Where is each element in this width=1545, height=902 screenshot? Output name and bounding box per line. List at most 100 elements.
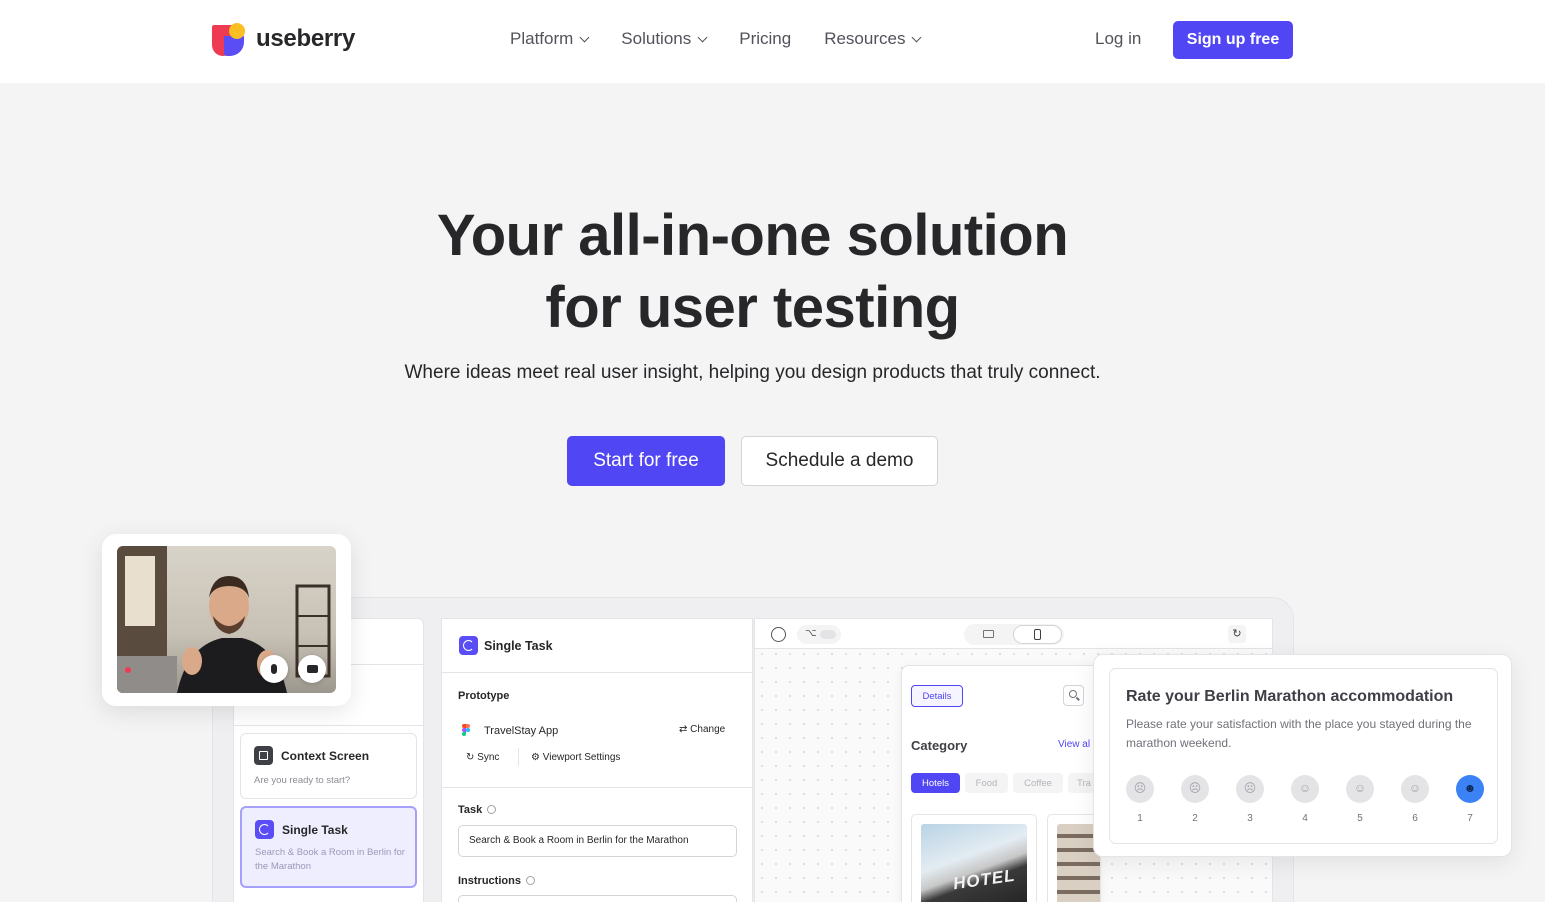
- rating-option-6[interactable]: ☺ 6: [1401, 775, 1429, 824]
- menu-item-platform[interactable]: Platform: [510, 29, 590, 49]
- rating-option-7[interactable]: ☻ 7: [1456, 775, 1484, 824]
- gear-icon: ⚙: [531, 752, 543, 763]
- screen-icon: [254, 746, 273, 765]
- mobile-device-option[interactable]: [1013, 625, 1062, 644]
- menu-item-pricing[interactable]: Pricing: [739, 29, 791, 49]
- menu-item-solutions[interactable]: Solutions: [621, 29, 708, 49]
- info-icon: [487, 805, 497, 814]
- category-pill-food[interactable]: Food: [965, 773, 1008, 793]
- task-icon: [255, 820, 274, 839]
- signup-button[interactable]: Sign up free: [1173, 21, 1293, 59]
- hotel-photo: HOTEL: [921, 824, 1027, 902]
- top-navigation: useberry Platform Solutions Pricing Reso…: [0, 0, 1545, 83]
- rating-option-5[interactable]: ☺ 5: [1346, 775, 1374, 824]
- useberry-logo-icon: [212, 22, 246, 56]
- login-link[interactable]: Log in: [1095, 29, 1141, 49]
- figma-toggle-icon[interactable]: [771, 627, 786, 642]
- brand-logo[interactable]: useberry: [212, 22, 355, 56]
- swap-icon: ⇄: [679, 724, 691, 735]
- details-tab[interactable]: Details: [911, 685, 963, 707]
- rating-number: 2: [1192, 813, 1198, 824]
- hero-title: Your all-in-one solution for user testin…: [0, 200, 1505, 344]
- happy-face-icon: ☺: [1401, 775, 1429, 803]
- mobile-icon: [1034, 629, 1041, 640]
- hotel-card[interactable]: HOTEL: [911, 814, 1037, 902]
- menu-label: Solutions: [621, 29, 692, 48]
- view-all-link[interactable]: View al: [1058, 739, 1090, 750]
- change-prototype-button[interactable]: ⇄ Change: [679, 724, 725, 735]
- block-subtitle: Are you ready to start?: [254, 775, 351, 786]
- main-menu: Platform Solutions Pricing Resources: [510, 29, 922, 49]
- sad-face-icon: ☹: [1181, 775, 1209, 803]
- participant-video-card: [102, 534, 351, 706]
- block-card-context-screen[interactable]: Context Screen Are you ready to start?: [240, 733, 417, 799]
- prototype-name: TravelStay App: [484, 725, 559, 737]
- hero-title-line-2: for user testing: [545, 275, 960, 340]
- hotel-sign-text: HOTEL: [951, 865, 1017, 894]
- task-input[interactable]: Search & Book a Room in Berlin for the M…: [458, 825, 737, 857]
- canvas-toolbar: ⌥ ↻: [755, 619, 1272, 649]
- prototype-label: Prototype: [458, 690, 510, 702]
- hero-title-line-1: Your all-in-one solution: [436, 203, 1069, 268]
- rating-option-4[interactable]: ☺ 4: [1291, 775, 1319, 824]
- category-pill-coffee[interactable]: Coffee: [1013, 773, 1063, 793]
- camera-button[interactable]: [298, 655, 326, 683]
- task-label: Task: [458, 804, 497, 816]
- rating-question: Rate your Berlin Marathon accommodation …: [1109, 668, 1498, 844]
- panel-title: Single Task: [484, 639, 553, 653]
- unsure-face-icon: ☹: [1236, 775, 1264, 803]
- microphone-button[interactable]: [260, 655, 288, 683]
- start-for-free-button[interactable]: Start for free: [567, 436, 725, 486]
- chevron-down-icon: [697, 32, 708, 42]
- schedule-demo-button[interactable]: Schedule a demo: [741, 436, 938, 486]
- task-icon: [459, 636, 478, 655]
- rating-option-3[interactable]: ☹ 3: [1236, 775, 1264, 824]
- info-icon: [525, 876, 535, 885]
- menu-item-resources[interactable]: Resources: [824, 29, 922, 49]
- block-title: Context Screen: [281, 749, 370, 763]
- instructions-label: Instructions: [458, 875, 535, 887]
- mobile-prototype-preview: Details Category View al Hotels Food Cof…: [901, 665, 1101, 902]
- figma-icon: [462, 724, 470, 737]
- rating-number: 5: [1357, 813, 1363, 824]
- camera-icon: [306, 665, 318, 673]
- rating-number: 4: [1302, 813, 1308, 824]
- category-pill-hotels[interactable]: Hotels: [911, 773, 960, 793]
- rating-subtitle: Please rate your satisfaction with the p…: [1126, 717, 1472, 750]
- instructions-label-text: Instructions: [458, 875, 521, 887]
- search-icon[interactable]: [1063, 685, 1084, 706]
- very-sad-face-icon: ☹: [1126, 775, 1154, 803]
- menu-label: Platform: [510, 29, 574, 48]
- restart-icon[interactable]: ↻: [1228, 625, 1246, 643]
- task-label-text: Task: [458, 804, 483, 816]
- hero-subtitle: Where ideas meet real user insight, help…: [404, 362, 1101, 383]
- rating-question-card: Rate your Berlin Marathon accommodation …: [1093, 654, 1512, 857]
- rating-number: 7: [1467, 813, 1473, 824]
- desktop-icon[interactable]: [983, 630, 994, 638]
- rating-option-1[interactable]: ☹ 1: [1126, 775, 1154, 824]
- sync-button[interactable]: ↻ Sync: [466, 752, 499, 763]
- very-happy-face-icon: ☻: [1456, 775, 1484, 803]
- device-toggle[interactable]: [964, 624, 1064, 645]
- participant-video: [117, 546, 336, 693]
- smile-face-icon: ☺: [1346, 775, 1374, 803]
- category-heading: Category: [911, 738, 968, 753]
- neutral-face-icon: ☺: [1291, 775, 1319, 803]
- rating-number: 6: [1412, 813, 1418, 824]
- viewport-label: Viewport Settings: [542, 752, 621, 763]
- menu-label: Resources: [824, 29, 906, 48]
- block-title: Single Task: [282, 823, 348, 837]
- block-card-single-task[interactable]: Single Task Search & Book a Room in Berl…: [240, 806, 417, 888]
- rating-option-2[interactable]: ☹ 2: [1181, 775, 1209, 824]
- sync-label: Sync: [477, 752, 500, 763]
- instructions-input[interactable]: [458, 895, 737, 902]
- change-label: Change: [690, 724, 726, 735]
- chevron-down-icon: [912, 32, 922, 42]
- microphone-icon: [271, 664, 277, 674]
- task-settings-panel: Single Task Prototype TravelStay App ⇄ C…: [441, 618, 753, 902]
- viewport-settings-button[interactable]: ⚙ Viewport Settings: [531, 752, 620, 763]
- route-toggle[interactable]: ⌥: [797, 625, 841, 644]
- brand-name: useberry: [256, 25, 355, 52]
- rating-title: Rate your Berlin Marathon accommodation: [1126, 688, 1454, 705]
- block-subtitle: Search & Book a Room in Berlin for the M…: [255, 847, 405, 872]
